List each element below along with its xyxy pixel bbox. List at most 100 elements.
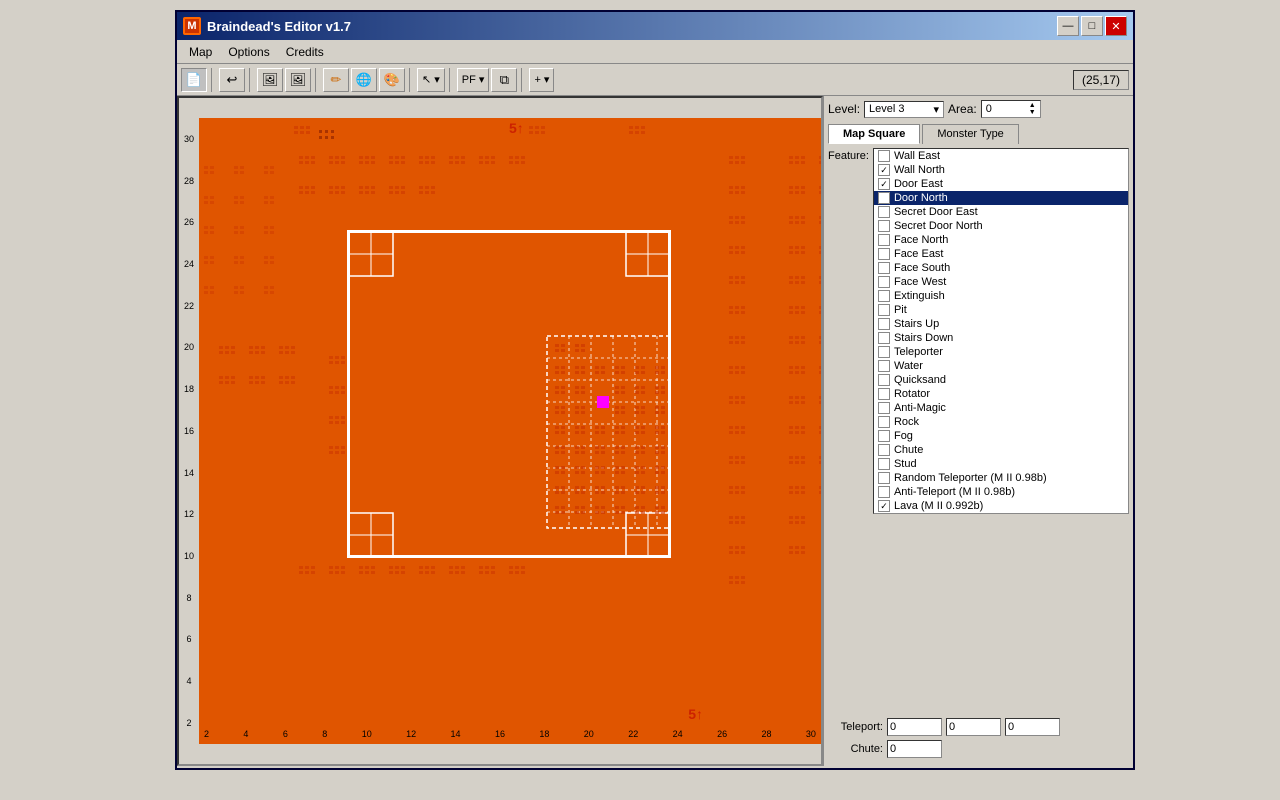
main-area: 2 4 6 8 10 12 14 16 18 20 22 24 26 28 30 <box>177 96 1133 766</box>
feature-item-17[interactable]: Rotator <box>874 387 1128 401</box>
feature-item-8[interactable]: Face South <box>874 261 1128 275</box>
feature-item-5[interactable]: Secret Door North <box>874 219 1128 233</box>
feature-item-10[interactable]: Extinguish <box>874 289 1128 303</box>
feature-checkbox-25[interactable] <box>878 500 890 512</box>
feature-item-12[interactable]: Stairs Up <box>874 317 1128 331</box>
feature-label-16: Quicksand <box>894 374 946 386</box>
teleport-input-3[interactable] <box>1005 718 1060 736</box>
feature-item-25[interactable]: Lava (M II 0.992b) <box>874 499 1128 513</box>
feature-item-16[interactable]: Quicksand <box>874 373 1128 387</box>
feature-item-14[interactable]: Teleporter <box>874 345 1128 359</box>
chute-row: Chute: <box>828 740 1129 758</box>
feature-label-20: Fog <box>894 430 913 442</box>
feature-checkbox-5[interactable] <box>878 220 890 232</box>
x-label-14: 14 <box>451 729 461 739</box>
feature-checkbox-21[interactable] <box>878 444 890 456</box>
feature-item-23[interactable]: Random Teleporter (M II 0.98b) <box>874 471 1128 485</box>
feature-label-25: Lava (M II 0.992b) <box>894 500 983 512</box>
feature-item-2[interactable]: Door East <box>874 177 1128 191</box>
right-panel: Level: Level 3 ▾ Area: 0 ▲▼ Map Square M… <box>823 96 1133 766</box>
feature-item-20[interactable]: Fog <box>874 429 1128 443</box>
feature-checkbox-2[interactable] <box>878 178 890 190</box>
feature-checkbox-10[interactable] <box>878 290 890 302</box>
undo-button[interactable]: ↩ <box>219 68 245 92</box>
feature-item-9[interactable]: Face West <box>874 275 1128 289</box>
menu-credits[interactable]: Credits <box>278 43 332 61</box>
feature-item-15[interactable]: Water <box>874 359 1128 373</box>
level-select[interactable]: Level 3 ▾ <box>864 101 944 118</box>
level-area-row: Level: Level 3 ▾ Area: 0 ▲▼ <box>828 100 1129 118</box>
feature-checkbox-15[interactable] <box>878 360 890 372</box>
feature-checkbox-0[interactable] <box>878 150 890 162</box>
feature-checkbox-6[interactable] <box>878 234 890 246</box>
feature-item-19[interactable]: Rock <box>874 415 1128 429</box>
feature-item-13[interactable]: Stairs Down <box>874 331 1128 345</box>
feature-checkbox-17[interactable] <box>878 388 890 400</box>
add-dropdown[interactable]: + ▾ <box>529 68 554 92</box>
tab-monster-type[interactable]: Monster Type <box>922 124 1018 144</box>
feature-checkbox-12[interactable] <box>878 318 890 330</box>
img2-button[interactable]: 🖼 <box>285 68 311 92</box>
teleport-input-2[interactable] <box>946 718 1001 736</box>
feature-checkbox-16[interactable] <box>878 374 890 386</box>
feature-item-7[interactable]: Face East <box>874 247 1128 261</box>
copy-button[interactable]: ⧉ <box>491 68 517 92</box>
y-label-8: 8 <box>179 593 199 603</box>
feature-item-22[interactable]: Stud <box>874 457 1128 471</box>
feature-checkbox-24[interactable] <box>878 486 890 498</box>
new-button[interactable]: 📄 <box>181 68 207 92</box>
globe-button[interactable]: 🌐 <box>351 68 377 92</box>
feature-checkbox-4[interactable] <box>878 206 890 218</box>
maximize-button[interactable]: □ <box>1081 16 1103 36</box>
paint-button[interactable]: 🎨 <box>379 68 405 92</box>
feature-item-4[interactable]: Secret Door East <box>874 205 1128 219</box>
app-icon: M <box>183 17 201 35</box>
feature-checkbox-23[interactable] <box>878 472 890 484</box>
y-label-22: 22 <box>179 301 199 311</box>
feature-item-11[interactable]: Pit <box>874 303 1128 317</box>
feature-checkbox-20[interactable] <box>878 430 890 442</box>
separator-3 <box>315 68 319 92</box>
minimize-button[interactable]: — <box>1057 16 1079 36</box>
chute-input[interactable] <box>887 740 942 758</box>
feature-checkbox-8[interactable] <box>878 262 890 274</box>
close-button[interactable]: ✕ <box>1105 16 1127 36</box>
feature-checkbox-19[interactable] <box>878 416 890 428</box>
feature-item-0[interactable]: Wall East <box>874 149 1128 163</box>
tab-map-square[interactable]: Map Square <box>828 124 920 144</box>
feature-checkbox-7[interactable] <box>878 248 890 260</box>
y-label-2: 2 <box>179 718 199 728</box>
feature-item-3[interactable]: Door North <box>874 191 1128 205</box>
y-label-26: 26 <box>179 217 199 227</box>
x-axis: 2 4 6 8 10 12 14 16 18 20 22 24 26 28 30 <box>199 724 821 744</box>
feature-checkbox-18[interactable] <box>878 402 890 414</box>
feature-item-21[interactable]: Chute <box>874 443 1128 457</box>
y-label-16: 16 <box>179 426 199 436</box>
menu-options[interactable]: Options <box>220 43 277 61</box>
feature-checkbox-22[interactable] <box>878 458 890 470</box>
feature-checkbox-11[interactable] <box>878 304 890 316</box>
area-spinbox[interactable]: 0 ▲▼ <box>981 100 1041 118</box>
feature-checkbox-14[interactable] <box>878 346 890 358</box>
feature-item-24[interactable]: Anti-Teleport (M II 0.98b) <box>874 485 1128 499</box>
img1-button[interactable]: 🖼 <box>257 68 283 92</box>
feature-checkbox-9[interactable] <box>878 276 890 288</box>
pencil-button[interactable]: ✏ <box>323 68 349 92</box>
bottom-fields: Teleport: Chute: <box>828 718 1129 762</box>
feature-item-18[interactable]: Anti-Magic <box>874 401 1128 415</box>
map-background[interactable]: 5↑ 5↑ <box>199 118 821 744</box>
feature-checkbox-1[interactable] <box>878 164 890 176</box>
pf-dropdown[interactable]: PF ▾ <box>457 68 490 92</box>
features-list[interactable]: Wall EastWall NorthDoor EastDoor NorthSe… <box>873 148 1129 514</box>
feature-checkbox-3[interactable] <box>878 192 890 204</box>
separator-2 <box>249 68 253 92</box>
title-buttons: — □ ✕ <box>1057 16 1127 36</box>
feature-checkbox-13[interactable] <box>878 332 890 344</box>
map-panel[interactable]: 2 4 6 8 10 12 14 16 18 20 22 24 26 28 30 <box>177 96 823 766</box>
teleport-label: Teleport: <box>828 721 883 733</box>
feature-item-6[interactable]: Face North <box>874 233 1128 247</box>
cursor-dropdown[interactable]: ↖ ▾ <box>417 68 445 92</box>
teleport-input-1[interactable] <box>887 718 942 736</box>
menu-map[interactable]: Map <box>181 43 220 61</box>
feature-item-1[interactable]: Wall North <box>874 163 1128 177</box>
